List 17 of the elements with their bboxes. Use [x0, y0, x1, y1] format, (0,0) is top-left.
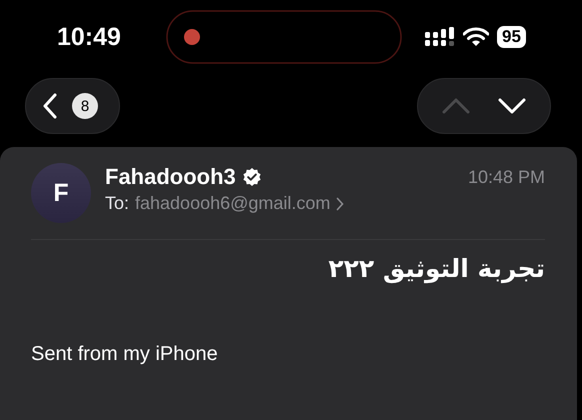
count-badge: 8 — [72, 93, 98, 119]
status-time: 10:49 — [57, 22, 122, 52]
recipient-link[interactable]: fahadoooh6@gmail.com — [135, 193, 330, 214]
chevron-down-icon — [498, 98, 526, 114]
message-subject: تجربة التوثيق ٢٢٢ — [327, 254, 545, 283]
sender-name: Fahadoooh3 — [105, 164, 236, 190]
signal-icon — [425, 27, 455, 47]
wifi-icon — [463, 27, 489, 47]
chevron-left-icon — [43, 93, 57, 119]
chevron-right-icon — [336, 196, 344, 210]
chevron-up-icon — [442, 98, 470, 114]
message-time: 10:48 PM — [468, 166, 545, 188]
to-label: To: — [105, 193, 130, 214]
message-body: Sent from my iPhone — [31, 343, 219, 366]
battery-indicator: 95 — [497, 26, 526, 48]
back-button[interactable]: 8 — [25, 78, 120, 134]
avatar: F — [31, 163, 91, 223]
